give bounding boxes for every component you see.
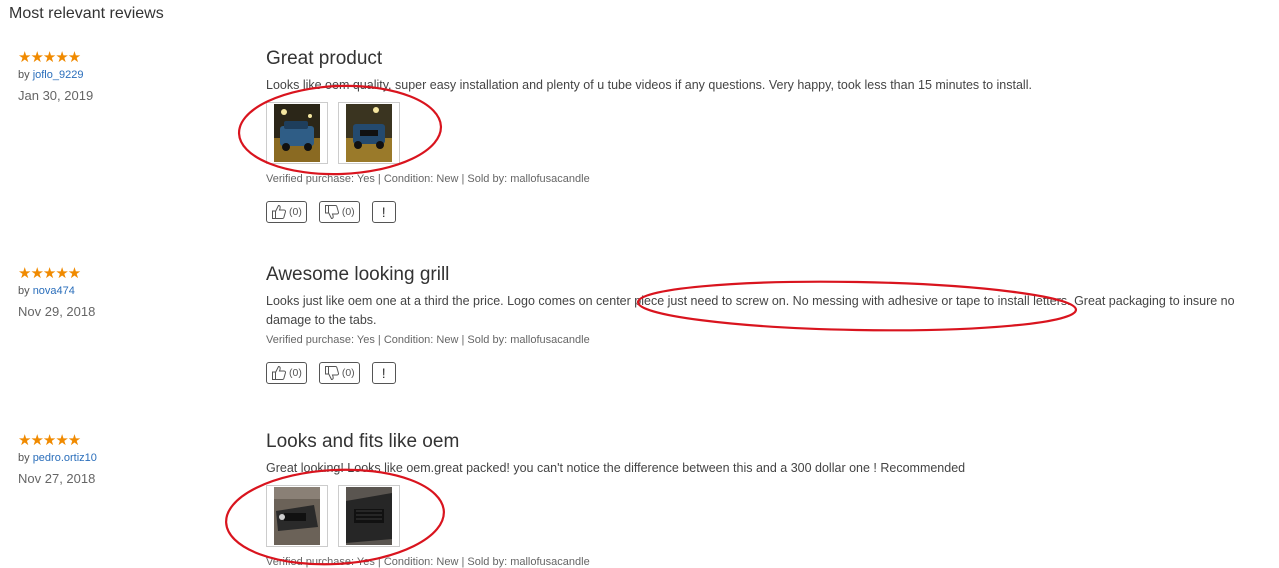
review-meta: ★★★★★ by pedro.ortiz10 Nov 27, 2018 — [18, 432, 198, 487]
review-body: Great product Looks like oem quality, su… — [266, 48, 1279, 223]
review-text: Looks like oem quality, super easy insta… — [266, 78, 1032, 92]
review-body: Awesome looking grill Looks just like oe… — [266, 264, 1279, 384]
purchase-info: Verified purchase: Yes | Condition: New … — [266, 556, 590, 568]
thumbs-up-icon — [272, 365, 287, 380]
helpful-count: (0) — [289, 206, 302, 218]
grill-closeup-photo — [346, 487, 392, 545]
thumbs-down-icon — [324, 366, 339, 381]
purchase-info: Verified purchase: Yes | Condition: New … — [266, 334, 590, 346]
truck-night-photo — [346, 104, 392, 162]
unhelpful-count: (0) — [341, 367, 355, 379]
purchase-info: Verified purchase: Yes | Condition: New … — [266, 173, 590, 185]
star-rating: ★★★★★ — [18, 49, 81, 66]
reviewer-line: by pedro.ortiz10 — [18, 452, 198, 464]
review-title: Great product — [266, 48, 383, 69]
review-meta: ★★★★★ by nova474 Nov 29, 2018 — [18, 265, 198, 320]
grill-garage-photo — [274, 487, 320, 545]
helpful-button[interactable]: (0) — [266, 362, 307, 384]
review-photo-thumbnail[interactable] — [266, 102, 328, 164]
review-date: Nov 29, 2018 — [18, 304, 96, 319]
unhelpful-count: (0) — [341, 206, 355, 218]
vote-controls: (0) (0) ! — [266, 362, 1279, 384]
review-text: Great looking! Looks like oem.great pack… — [266, 461, 966, 475]
review-date: Jan 30, 2019 — [18, 88, 94, 103]
review-photo-thumbnail[interactable] — [266, 485, 328, 547]
report-button[interactable]: ! — [371, 362, 396, 384]
thumbs-up-icon — [272, 204, 287, 219]
reviewer-link[interactable]: nova474 — [33, 285, 75, 297]
report-button[interactable]: ! — [371, 201, 396, 223]
by-label: by — [18, 285, 30, 297]
helpful-count: (0) — [289, 367, 302, 379]
review-photos — [266, 485, 1279, 547]
review-date: Nov 27, 2018 — [18, 471, 96, 486]
unhelpful-button[interactable]: (0) — [318, 201, 360, 223]
review-body: Looks and fits like oem Great looking! L… — [266, 431, 1279, 568]
unhelpful-button[interactable]: (0) — [318, 362, 360, 384]
review-title: Looks and fits like oem — [266, 431, 460, 452]
reviewer-link[interactable]: joflo_9229 — [33, 69, 84, 81]
by-label: by — [18, 452, 30, 464]
review-meta: ★★★★★ by joflo_9229 Jan 30, 2019 — [18, 49, 198, 104]
star-rating: ★★★★★ — [18, 432, 81, 449]
review-title: Awesome looking grill — [266, 264, 450, 285]
review-photos — [266, 102, 1279, 164]
review-photo-thumbnail[interactable] — [338, 485, 400, 547]
vote-controls: (0) (0) ! — [266, 201, 1279, 223]
by-label: by — [18, 69, 30, 81]
helpful-button[interactable]: (0) — [266, 201, 307, 223]
star-rating: ★★★★★ — [18, 265, 81, 282]
reviewer-link[interactable]: pedro.ortiz10 — [33, 452, 97, 464]
reviewer-line: by joflo_9229 — [18, 69, 198, 81]
section-title: Most relevant reviews — [9, 5, 164, 22]
truck-night-photo — [274, 104, 320, 162]
review-photo-thumbnail[interactable] — [338, 102, 400, 164]
reviewer-line: by nova474 — [18, 285, 198, 297]
review-text: Looks just like oem one at a third the p… — [266, 294, 1235, 327]
thumbs-down-icon — [324, 205, 339, 220]
